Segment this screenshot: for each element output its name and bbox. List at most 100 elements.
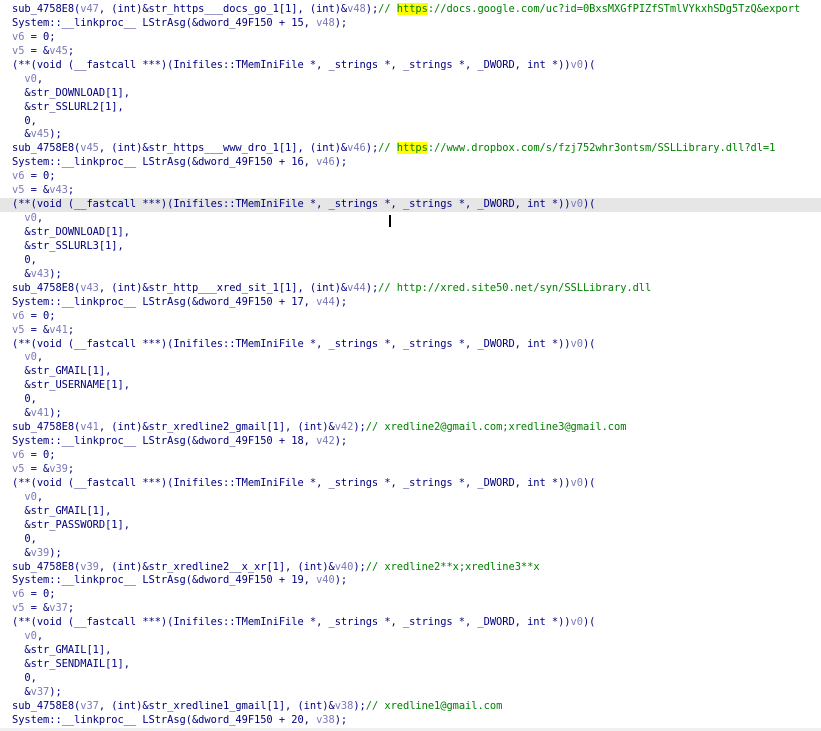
code-line[interactable]: &str_DOWNLOAD[1],	[0, 87, 821, 101]
code-token: 0,	[12, 114, 37, 127]
code-token: = 0;	[24, 449, 56, 461]
local-variable: v0	[24, 630, 37, 643]
code-line[interactable]: &str_GMAIL[1],	[0, 365, 821, 379]
comment: // xredline2**x;xredline3**x	[365, 560, 540, 573]
code-line[interactable]: System::__linkproc__ LStrAsg(&dword_49F1…	[0, 296, 821, 310]
code-token: 0,	[12, 672, 37, 684]
code-line[interactable]: 0,	[0, 115, 821, 129]
code-line[interactable]: (**(void (__fastcall ***)(Inifiles::TMem…	[0, 477, 821, 491]
local-variable: v45	[49, 44, 68, 57]
search-highlight: https	[396, 142, 428, 155]
code-line[interactable]: System::__linkproc__ LStrAsg(&dword_49F1…	[0, 17, 821, 31]
code-line[interactable]: &str_SENDMAIL[1],	[0, 658, 821, 672]
code-token: &	[12, 407, 31, 420]
code-line[interactable]: &v39);	[0, 547, 821, 561]
code-line[interactable]: v6 = 0;	[0, 31, 821, 45]
comment: ://www.dropbox.com/s/fzj752whr3ontsm/SSL…	[427, 142, 776, 155]
code-line[interactable]: v0,	[0, 212, 821, 226]
code-token: = &	[24, 44, 50, 57]
code-line[interactable]: System::__linkproc__ LStrAsg(&dword_49F1…	[0, 435, 821, 449]
code-line[interactable]: (**(void (__fastcall ***)(Inifiles::TMem…	[0, 616, 821, 630]
code-line[interactable]: &str_GMAIL[1],	[0, 505, 821, 519]
code-line[interactable]: &v43);	[0, 268, 821, 282]
code-line[interactable]: &str_USERNAME[1],	[0, 379, 821, 393]
code-token: &	[12, 546, 31, 559]
code-line[interactable]: sub_4758E8(v39, (int)&str_xredline2__x_x…	[0, 561, 821, 575]
code-line[interactable]: v0,	[0, 630, 821, 644]
code-token: );	[334, 16, 348, 29]
code-token: );	[49, 407, 62, 420]
code-token: ,	[36, 490, 44, 503]
local-variable: v0	[570, 58, 583, 71]
local-variable: v41	[30, 407, 50, 420]
code-token: System::__linkproc__ LStrAsg(&dword_49F1…	[12, 16, 317, 29]
code-token: (**(void (__fastcall ***)(Inifiles::TMem…	[12, 58, 571, 71]
code-line[interactable]: 0,	[0, 254, 821, 268]
code-line[interactable]: &str_SSLURL2[1],	[0, 101, 821, 115]
code-token: sub_4758E8(	[12, 421, 81, 434]
code-token: , (int)&str_xredline1_gmail[1], (int)&	[98, 699, 335, 712]
code-line[interactable]: v5 = &v43;	[0, 184, 821, 198]
code-line[interactable]: System::__linkproc__ LStrAsg(&dword_49F1…	[0, 156, 821, 170]
code-line[interactable]: v5 = &v45;	[0, 45, 821, 59]
local-variable: v0	[570, 337, 583, 350]
current-code-line[interactable]: (**(void (__fastcall ***)(Inifiles::TMem…	[0, 198, 821, 213]
code-lines[interactable]: sub_4758E8(v47, (int)&str_https___docs_g…	[0, 3, 821, 728]
code-line[interactable]: 0,	[0, 393, 821, 407]
code-line[interactable]: &v37);	[0, 686, 821, 700]
code-line[interactable]: sub_4758E8(v37, (int)&str_xredline1_gmai…	[0, 700, 821, 714]
code-line[interactable]: &v41);	[0, 407, 821, 421]
code-token: );	[49, 546, 62, 559]
code-line[interactable]: &str_PASSWORD[1],	[0, 519, 821, 533]
code-line[interactable]: v6 = 0;	[0, 588, 821, 602]
local-variable: v39	[30, 546, 50, 559]
code-token: 0,	[12, 393, 37, 406]
code-token: &str_SENDMAIL[1],	[12, 658, 130, 671]
code-line[interactable]: sub_4758E8(v43, (int)&str_http___xred_si…	[0, 282, 821, 296]
code-line[interactable]: 0,	[0, 533, 821, 547]
code-line[interactable]: &str_SSLURL3[1],	[0, 240, 821, 254]
code-line[interactable]: v5 = &v39;	[0, 463, 821, 477]
pseudocode-view[interactable]: sub_4758E8(v47, (int)&str_https___docs_g…	[0, 0, 821, 731]
local-variable: v5	[12, 323, 25, 336]
code-token: ,	[36, 212, 44, 225]
code-line[interactable]: &str_DOWNLOAD[1],	[0, 226, 821, 240]
code-token: sub_4758E8(	[12, 699, 81, 712]
code-line[interactable]: sub_4758E8(v47, (int)&str_https___docs_g…	[0, 3, 821, 17]
code-token: );	[353, 560, 366, 573]
code-token: );	[365, 142, 379, 155]
comment: //	[378, 3, 397, 15]
code-token: sub_4758E8(	[12, 3, 81, 15]
code-line[interactable]: &str_GMAIL[1],	[0, 644, 821, 658]
local-variable: v6	[12, 309, 25, 322]
code-token: = &	[24, 184, 50, 197]
code-token: )(	[582, 616, 596, 629]
code-line[interactable]: v0,	[0, 491, 821, 505]
code-line[interactable]: v6 = 0;	[0, 310, 821, 324]
code-line[interactable]: (**(void (__fastcall ***)(Inifiles::TMem…	[0, 338, 821, 352]
code-line[interactable]: v5 = &v37;	[0, 602, 821, 616]
code-token: &str_GMAIL[1],	[12, 365, 112, 378]
local-variable: v39	[80, 560, 99, 573]
local-variable: v0	[570, 616, 583, 629]
code-token: = &	[24, 323, 50, 336]
code-line[interactable]: 0,	[0, 672, 821, 686]
local-variable: v43	[30, 267, 50, 280]
code-line[interactable]: v0,	[0, 351, 821, 365]
code-line[interactable]: v6 = 0;	[0, 170, 821, 184]
code-line[interactable]: System::__linkproc__ LStrAsg(&dword_49F1…	[0, 714, 821, 728]
code-line[interactable]: v5 = &v41;	[0, 324, 821, 338]
code-line[interactable]: sub_4758E8(v41, (int)&str_xredline2_gmai…	[0, 421, 821, 435]
code-line[interactable]: sub_4758E8(v45, (int)&str_https___www_dr…	[0, 142, 821, 156]
local-variable: v39	[49, 462, 68, 475]
code-line[interactable]: System::__linkproc__ LStrAsg(&dword_49F1…	[0, 574, 821, 588]
code-token: System::__linkproc__ LStrAsg(&dword_49F1…	[12, 574, 317, 587]
code-line[interactable]: &v45);	[0, 128, 821, 142]
code-line[interactable]: v0,	[0, 73, 821, 87]
code-line[interactable]: v6 = 0;	[0, 449, 821, 463]
local-variable: v45	[80, 142, 99, 155]
local-variable: v0	[570, 198, 583, 211]
code-line[interactable]: (**(void (__fastcall ***)(Inifiles::TMem…	[0, 59, 821, 73]
code-token: );	[334, 295, 348, 308]
